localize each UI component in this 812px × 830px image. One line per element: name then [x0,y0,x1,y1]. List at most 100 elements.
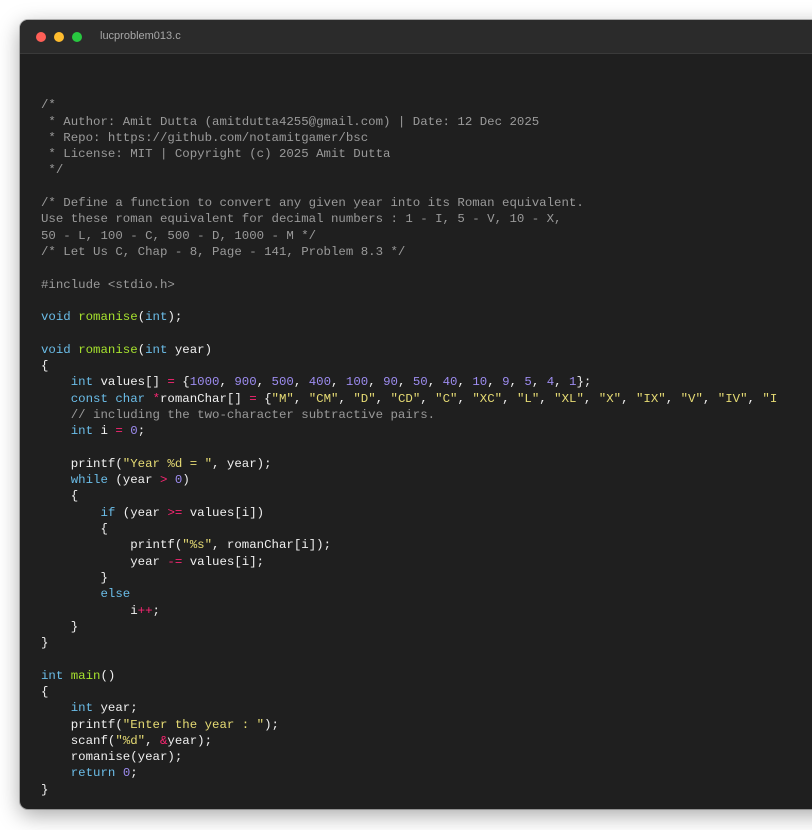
code-token: , [338,391,354,406]
string-token: "X" [598,391,622,406]
code-token: , [531,375,547,390]
code-line: printf("Year %d = ", year); [41,456,777,472]
keyword-token: int [70,424,94,439]
code-token: (year [107,473,160,488]
code-token: } [41,619,79,634]
code-line: { [41,521,777,537]
string-token: "XL" [554,391,584,406]
code-line: int values[] = {1000, 900, 500, 400, 100… [41,374,777,390]
code-token: , [256,375,272,390]
number-token: 900 [234,375,257,390]
code-token: printf( [41,456,123,471]
code-token: , [539,391,555,406]
comment-token: // including the two-character subtracti… [70,407,436,422]
string-token: "Enter the year : " [122,717,265,732]
code-token: , [665,391,681,406]
number-token: 400 [308,375,332,390]
code-token: , [397,375,413,390]
comment-token: * License: MIT | Copyright (c) 2025 Amit… [41,147,391,162]
number-token: 50 [412,375,428,390]
code-token: , [375,391,391,406]
code-token: , [293,375,309,390]
code-line: printf("%s", romanChar[i]); [41,537,777,553]
code-line: int i = 0; [41,423,777,439]
number-token: 100 [345,375,369,390]
function-token: main [70,668,101,683]
keyword-token: if [100,505,116,520]
code-line: i++; [41,603,777,619]
code-token: , [457,391,473,406]
keyword-token: return [70,766,116,781]
operator-token: = [167,375,175,390]
string-token: "XC" [472,391,503,406]
code-line: 50 - L, 100 - C, 500 - D, 1000 - M */ [41,228,777,244]
code-token: ; [130,766,138,781]
code-token: ( [137,310,146,325]
code-token: } [41,570,108,585]
maximize-icon[interactable] [72,32,82,42]
operator-token: ++ [137,603,153,618]
string-token: "%s" [182,538,213,553]
code-token: values[i]; [182,554,265,569]
code-line: scanf("%d", &year); [41,733,777,749]
function-token: romanise [78,310,138,325]
code-token: , [145,733,160,748]
comment-token: /* [41,98,56,113]
keyword-token: void [41,342,71,357]
code-line: return 0; [41,765,777,781]
code-line: printf("Enter the year : "); [41,717,777,733]
keyword-token: int [70,375,94,390]
code-line: void romanise(int); [41,309,777,325]
code-token: ) [182,473,190,488]
operator-token: = [115,424,123,439]
number-token: 500 [271,375,294,390]
keyword-token: else [100,587,131,602]
code-token: , [331,375,346,390]
string-token: "I [762,391,778,406]
code-token: i [41,603,138,618]
code-token: values[i]) [182,505,265,520]
code-token: , [509,375,525,390]
code-token: { [41,522,108,537]
number-token: 5 [524,375,532,390]
code-line: romanise(year); [41,749,777,765]
number-token: 1000 [189,375,220,390]
code-line: /* Define a function to convert any give… [41,195,777,211]
code-token: year) [167,342,213,357]
code-token: }; [576,375,592,390]
code-line: } [41,570,777,586]
keyword-token: int [145,310,168,325]
code-token: romanise(year); [41,750,183,765]
code-line: * Author: Amit Dutta (amitdutta4255@gmai… [41,114,777,130]
keyword-token: int [145,342,168,357]
minimize-icon[interactable] [54,32,64,42]
string-token: "Year %d = " [122,456,213,471]
code-line: } [41,619,777,635]
code-token: { [41,684,49,699]
code-token: i [93,424,116,439]
code-line: if (year >= values[i]) [41,505,777,521]
code-line: } [41,635,777,651]
code-token: , [702,391,718,406]
code-editor[interactable]: /* * Author: Amit Dutta (amitdutta4255@g… [41,81,777,798]
string-token: "M" [271,391,294,406]
code-token: { [174,375,190,390]
code-line: Use these roman equivalent for decimal n… [41,211,777,227]
code-token: { [256,391,272,406]
code-line: year -= values[i]; [41,554,777,570]
function-token: romanise [78,342,138,357]
close-icon[interactable] [36,32,46,42]
code-token: , [583,391,599,406]
code-token: , [219,375,235,390]
string-token: "CD" [390,391,421,406]
code-token: () [100,668,116,683]
code-token: } [41,636,49,651]
